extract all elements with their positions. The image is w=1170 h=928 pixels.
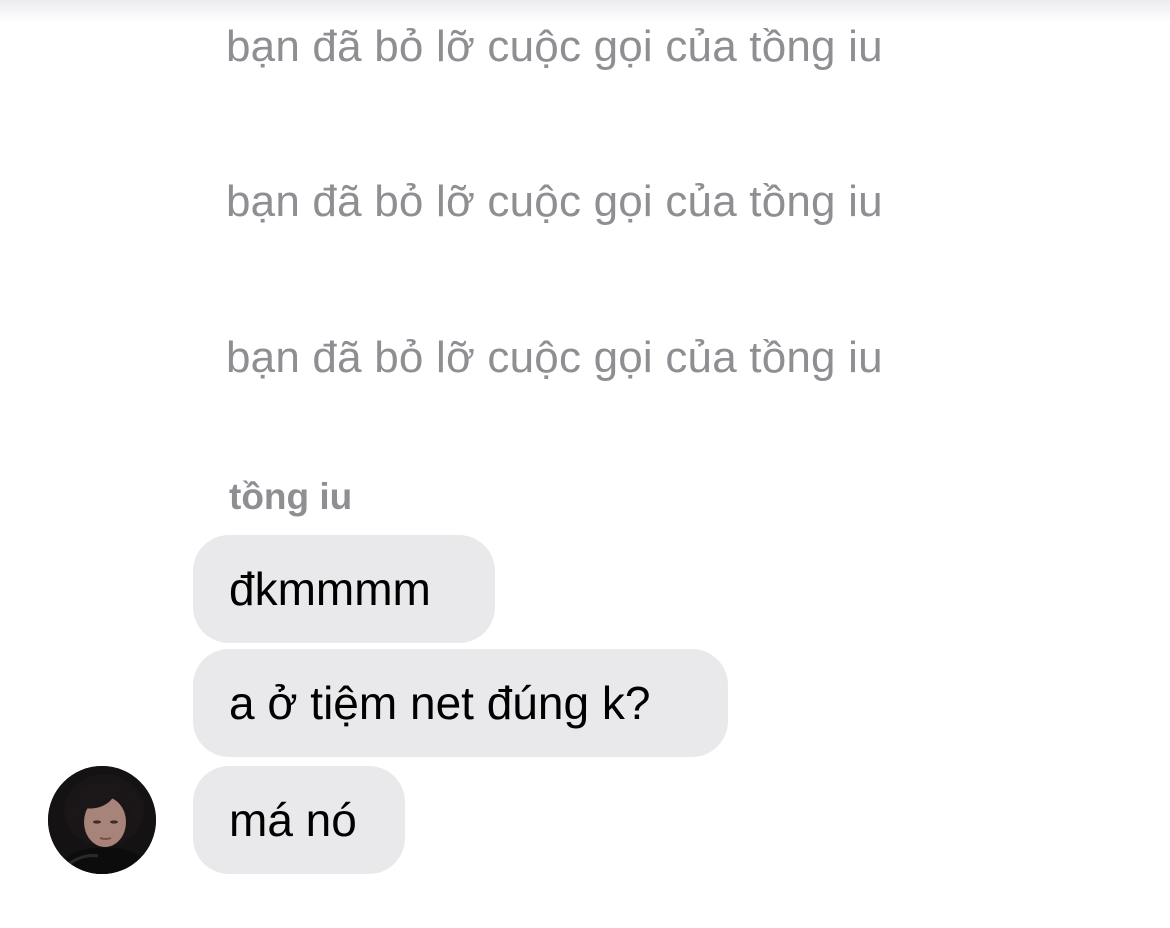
message-bubble[interactable]: đkmmmm: [193, 535, 495, 643]
sender-name: tồng iu: [229, 476, 353, 517]
missed-call-notice: bạn đã bỏ lỡ cuộc gọi của tồng iu: [226, 22, 883, 71]
top-bar-shadow: [0, 0, 1170, 22]
message-text: a ở tiệm net đúng k?: [229, 677, 651, 729]
contact-avatar[interactable]: [48, 766, 156, 874]
message-text: đkmmmm: [229, 563, 431, 615]
message-bubble[interactable]: má nó: [193, 766, 405, 874]
avatar-photo-icon: [48, 766, 156, 874]
message-bubble[interactable]: a ở tiệm net đúng k?: [193, 649, 728, 757]
missed-call-notice: bạn đã bỏ lỡ cuộc gọi của tồng iu: [226, 333, 883, 382]
message-text: má nó: [229, 794, 357, 846]
missed-call-notice: bạn đã bỏ lỡ cuộc gọi của tồng iu: [226, 177, 883, 226]
